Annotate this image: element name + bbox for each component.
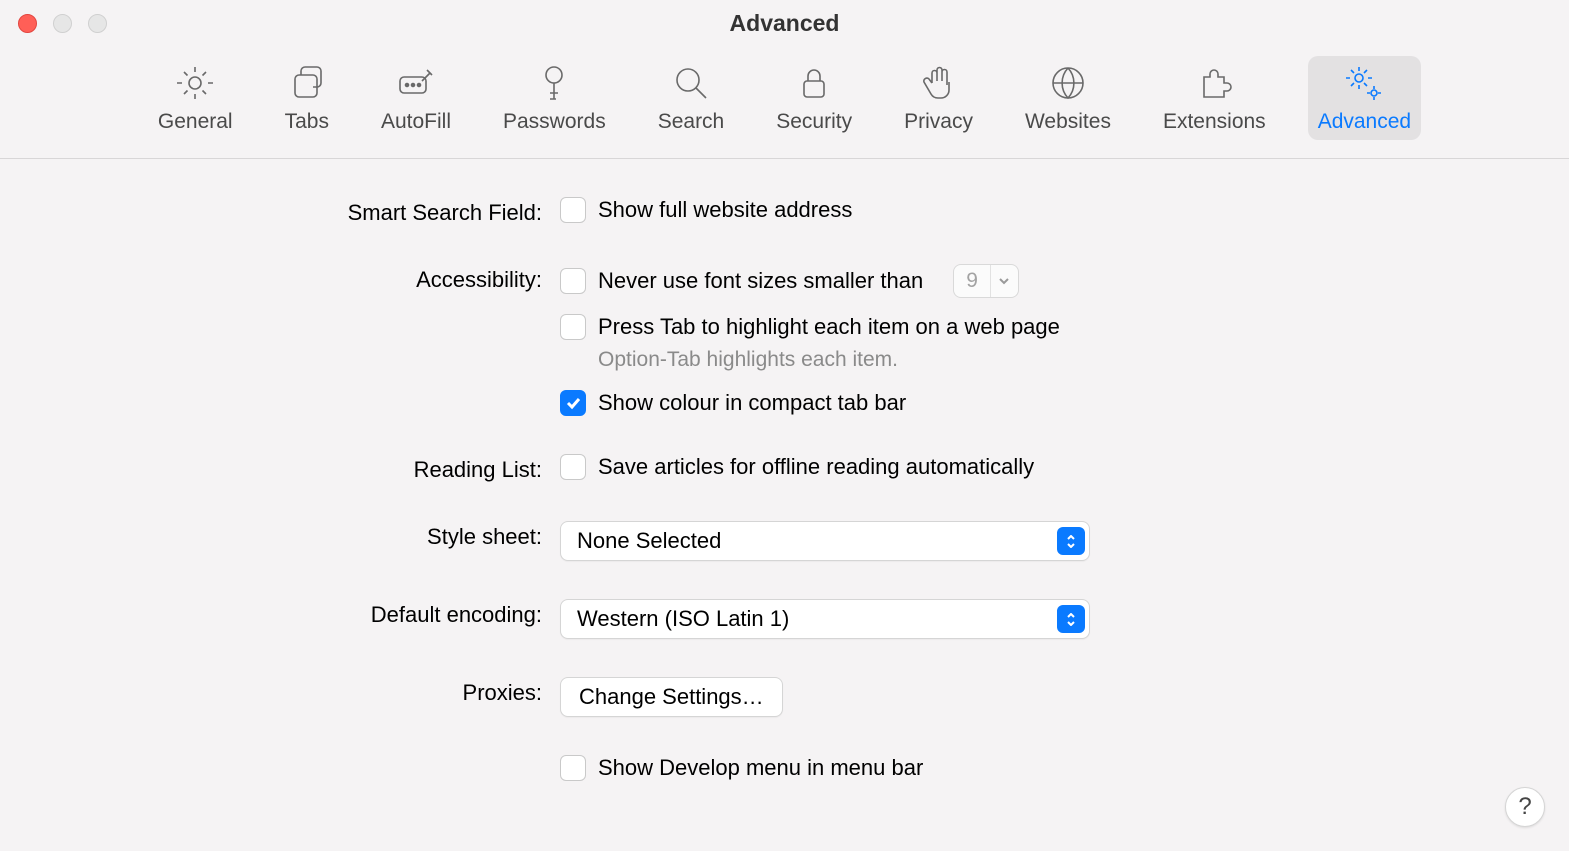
content-area: Smart Search Field: Show full website ad… <box>0 159 1569 781</box>
tab-label: Extensions <box>1163 110 1266 134</box>
gear-icon <box>174 62 216 104</box>
label-accessibility: Accessibility: <box>0 264 560 293</box>
label-style-sheet: Style sheet: <box>0 521 560 550</box>
button-label: Change Settings… <box>579 684 764 710</box>
tab-search[interactable]: Search <box>648 56 735 140</box>
close-window-button[interactable] <box>18 14 37 33</box>
select-value: Western (ISO Latin 1) <box>577 606 789 632</box>
min-font-size-stepper[interactable]: 9 <box>953 264 1019 298</box>
checkbox-min-font-size[interactable] <box>560 268 586 294</box>
gears-icon <box>1343 62 1385 104</box>
tab-label: Tabs <box>285 110 329 134</box>
tab-general[interactable]: General <box>148 56 243 140</box>
tab-label: Security <box>776 110 852 134</box>
option-save-offline: Save articles for offline reading automa… <box>598 454 1034 480</box>
tab-label: Advanced <box>1318 110 1411 134</box>
globe-icon <box>1047 62 1089 104</box>
minimize-window-button[interactable] <box>53 14 72 33</box>
tab-autofill[interactable]: AutoFill <box>371 56 461 140</box>
hand-icon <box>918 62 960 104</box>
tab-advanced[interactable]: Advanced <box>1308 56 1421 140</box>
tab-privacy[interactable]: Privacy <box>894 56 983 140</box>
option-min-font-size: Never use font sizes smaller than <box>598 268 923 294</box>
checkbox-show-colour[interactable] <box>560 390 586 416</box>
tab-security[interactable]: Security <box>766 56 862 140</box>
autofill-icon <box>395 62 437 104</box>
puzzle-icon <box>1193 62 1235 104</box>
tab-label: Search <box>658 110 725 134</box>
tab-label: General <box>158 110 233 134</box>
label-smart-search: Smart Search Field: <box>0 197 560 226</box>
preferences-toolbar: General Tabs AutoFill Passwords Search S… <box>0 46 1569 159</box>
stepper-value: 9 <box>954 269 990 293</box>
row-reading-list: Reading List: Save articles for offline … <box>0 454 1569 483</box>
label-reading-list: Reading List: <box>0 454 560 483</box>
select-value: None Selected <box>577 528 721 554</box>
option-tab-highlight: Press Tab to highlight each item on a we… <box>598 314 1060 340</box>
key-icon <box>533 62 575 104</box>
tab-extensions[interactable]: Extensions <box>1153 56 1276 140</box>
tab-passwords[interactable]: Passwords <box>493 56 616 140</box>
row-style-sheet: Style sheet: None Selected <box>0 521 1569 561</box>
zoom-window-button[interactable] <box>88 14 107 33</box>
option-show-develop: Show Develop menu in menu bar <box>598 755 923 781</box>
label-default-encoding: Default encoding: <box>0 599 560 628</box>
option-show-full-address: Show full website address <box>598 197 852 223</box>
row-smart-search: Smart Search Field: Show full website ad… <box>0 197 1569 226</box>
row-proxies: Proxies: Change Settings… <box>0 677 1569 717</box>
row-accessibility: Accessibility: Never use font sizes smal… <box>0 264 1569 416</box>
tab-label: Privacy <box>904 110 973 134</box>
traffic-lights <box>0 14 107 33</box>
tab-label: AutoFill <box>381 110 451 134</box>
updown-icon <box>1057 527 1085 555</box>
search-icon <box>670 62 712 104</box>
checkbox-tab-highlight[interactable] <box>560 314 586 340</box>
tab-tabs[interactable]: Tabs <box>275 56 339 140</box>
change-settings-button[interactable]: Change Settings… <box>560 677 783 717</box>
checkbox-show-develop[interactable] <box>560 755 586 781</box>
label-proxies: Proxies: <box>0 677 560 706</box>
select-default-encoding[interactable]: Western (ISO Latin 1) <box>560 599 1090 639</box>
label-empty <box>0 755 560 758</box>
tabs-icon <box>286 62 328 104</box>
row-develop: Show Develop menu in menu bar <box>0 755 1569 781</box>
tab-label: Passwords <box>503 110 606 134</box>
hint-option-tab: Option-Tab highlights each item. <box>560 348 1060 372</box>
question-mark-icon: ? <box>1518 793 1531 821</box>
checkbox-save-offline[interactable] <box>560 454 586 480</box>
chevron-down-icon <box>990 265 1018 297</box>
select-style-sheet[interactable]: None Selected <box>560 521 1090 561</box>
lock-icon <box>793 62 835 104</box>
tab-label: Websites <box>1025 110 1111 134</box>
row-default-encoding: Default encoding: Western (ISO Latin 1) <box>0 599 1569 639</box>
option-show-colour: Show colour in compact tab bar <box>598 390 906 416</box>
checkbox-show-full-address[interactable] <box>560 197 586 223</box>
tab-websites[interactable]: Websites <box>1015 56 1121 140</box>
updown-icon <box>1057 605 1085 633</box>
titlebar: Advanced <box>0 0 1569 46</box>
window-title: Advanced <box>730 10 840 37</box>
help-button[interactable]: ? <box>1505 787 1545 827</box>
